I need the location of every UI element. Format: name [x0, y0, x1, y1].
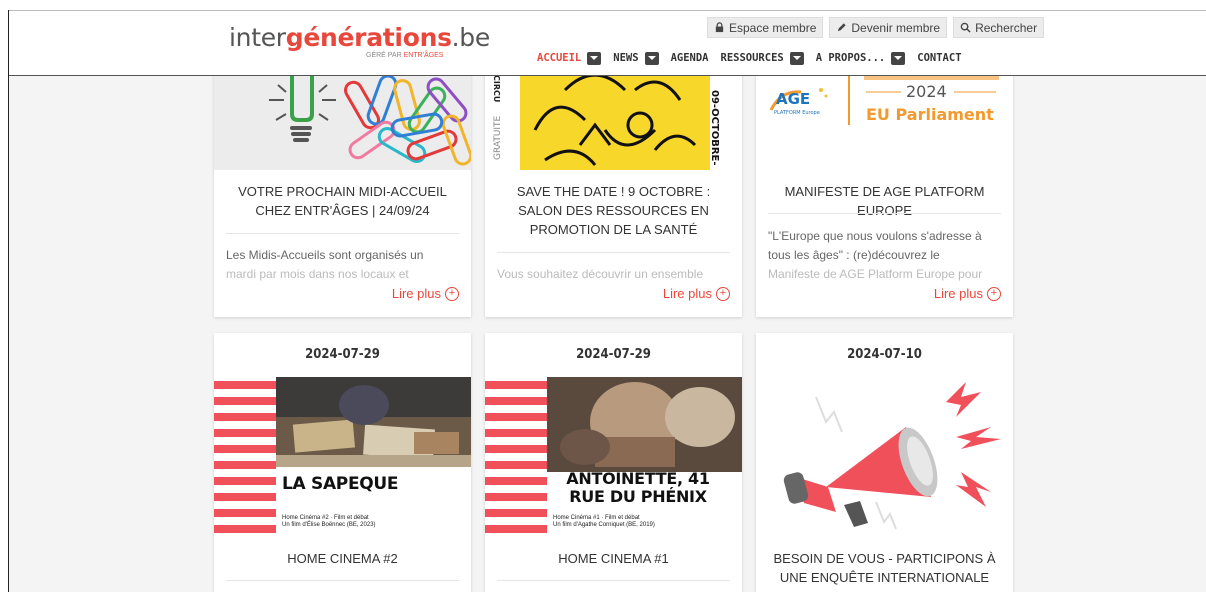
nav-accueil[interactable]: ACCUEIL [537, 51, 602, 65]
card-image-megaphone [756, 377, 1013, 537]
card-divider [226, 580, 459, 581]
top-links: Espace membre Devenir membre Rechercher [707, 17, 1045, 38]
nav-agenda[interactable]: AGENDA [671, 52, 709, 64]
main-nav: ACCUEIL NEWS AGENDA RESSOURCES A PROPOS.… [537, 49, 974, 67]
read-more-link[interactable]: Lire plus + [934, 286, 1001, 301]
card-image-la-sapeque [214, 377, 471, 537]
nav-a-propos[interactable]: A PROPOS... [816, 51, 906, 65]
search-link[interactable]: Rechercher [953, 17, 1045, 38]
event-card[interactable]: 2024-07-29 LA SAPEQUE Home Cinéma #2 · F… [214, 333, 471, 592]
image-side-label: GRATUITE [493, 115, 503, 160]
pencil-icon [838, 23, 846, 32]
lock-icon [715, 22, 724, 33]
card-title[interactable]: SAVE THE DATE ! 9 OCTOBRE : SALON DES RE… [497, 182, 730, 239]
age-logo-subtext: PLATFORM Europe [774, 110, 820, 116]
card-divider [497, 252, 730, 253]
manifesto-year: 2024 [906, 82, 947, 101]
plus-circle-icon: + [445, 286, 459, 301]
event-card[interactable]: 2024-07-10 BESOIN DE VOUS - PARTICIPONS … [756, 333, 1013, 592]
site-logo[interactable]: intergénérations.be [229, 23, 490, 52]
event-date: 2024-07-10 [847, 347, 922, 362]
card-title[interactable]: MANIFESTE DE AGE PLATFORM EUROPE [768, 182, 1001, 220]
age-logo-text: AGE [776, 90, 810, 108]
plus-circle-icon: + [716, 286, 730, 301]
card-title[interactable]: HOME CINEMA #2 [226, 549, 459, 568]
logo-tagline: GÉRÉ PAR ENTR'ÂGES [366, 52, 444, 59]
image-top-label: CIRCU [492, 75, 501, 102]
card-divider [768, 213, 1001, 214]
nav-ressources[interactable]: RESSOURCES [721, 51, 804, 65]
event-date: 2024-07-29 [305, 347, 380, 362]
card-excerpt: Les Midis-Accueils sont organisés un mard… [226, 248, 424, 281]
site-header: intergénérations.be GÉRÉ PAR ENTR'ÂGES E… [9, 11, 1206, 76]
card-title[interactable]: VOTRE PROCHAIN MIDI-ACCUEIL CHEZ ENTR'ÂG… [226, 182, 459, 220]
member-space-link[interactable]: Espace membre [707, 17, 824, 38]
chevron-down-icon[interactable] [789, 51, 804, 65]
card-divider [497, 580, 730, 581]
event-card[interactable]: 2024-07-29 ANTOINETTE, 41 RUE DU PHÉNIX … [485, 333, 742, 592]
film-title: ANTOINETTE, 41 RUE DU PHÉNIX [566, 469, 710, 506]
read-more-link[interactable]: Lire plus + [663, 286, 730, 301]
card-divider [226, 233, 459, 234]
chevron-down-icon[interactable] [587, 51, 602, 65]
event-date: 2024-07-29 [576, 347, 651, 362]
image-vertical-label: 09-OCTOBRE- [709, 90, 720, 166]
film-title: LA SAPEQUE [282, 474, 399, 494]
plus-circle-icon: + [987, 286, 1001, 301]
card-title[interactable]: BESOIN DE VOUS - PARTICIPONS À UNE ENQUÊ… [768, 549, 1001, 587]
become-member-link[interactable]: Devenir membre [829, 17, 948, 38]
card-image-antoinette [485, 377, 742, 537]
film-subtitle: Home Cinéma #1 · Film et débat Un film d'… [553, 515, 655, 528]
chevron-down-icon[interactable] [891, 51, 906, 65]
card-title[interactable]: HOME CINEMA #1 [497, 549, 730, 568]
card-excerpt: Vous souhaitez découvrir un ensemble [497, 267, 704, 281]
nav-news[interactable]: NEWS [613, 51, 659, 65]
card-excerpt: "L'Europe que nous voulons s'adresse à t… [768, 229, 983, 281]
nav-contact[interactable]: CONTACT [917, 52, 961, 64]
search-icon [960, 22, 971, 33]
film-subtitle: Home Cinéma #2 · Film et débat Un film d'… [282, 515, 376, 528]
read-more-link[interactable]: Lire plus + [392, 286, 459, 301]
manifesto-caption: EU Parliament [866, 105, 994, 124]
chevron-down-icon[interactable] [644, 51, 659, 65]
